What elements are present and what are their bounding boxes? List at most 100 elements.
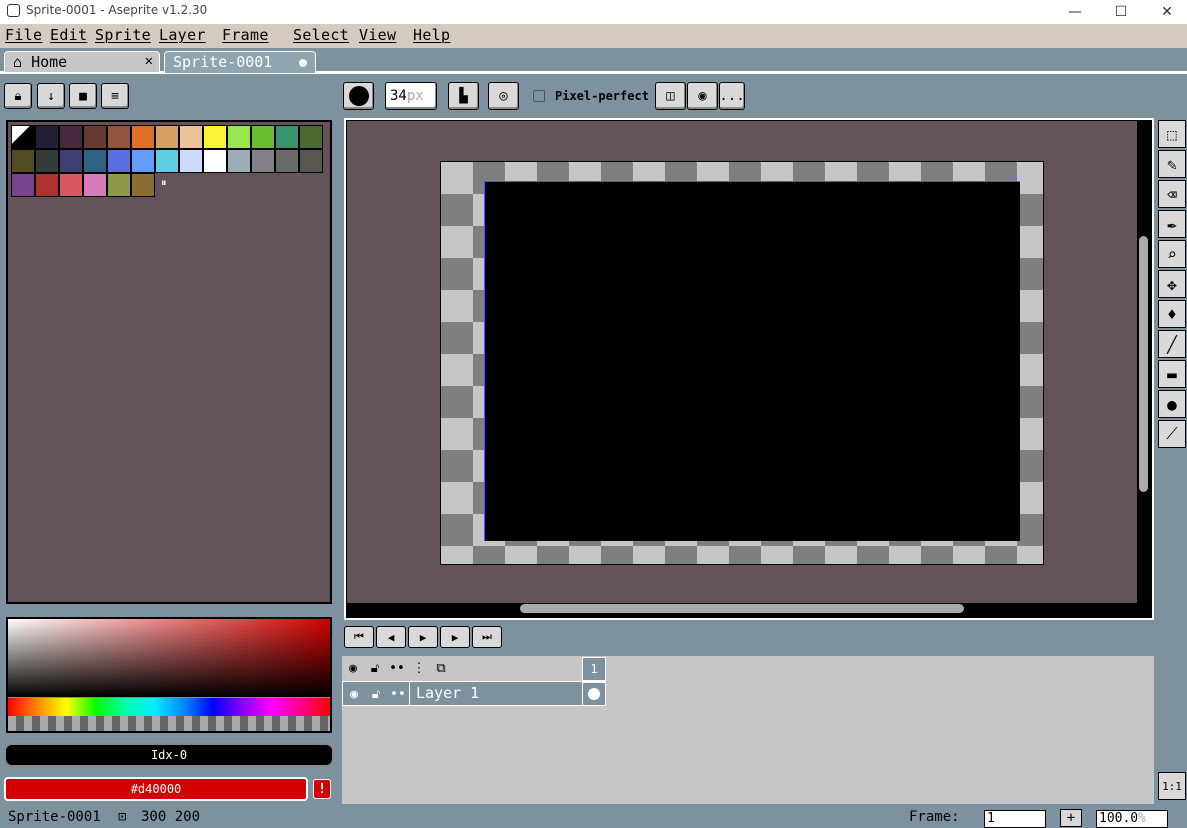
palette-swatch[interactable] [299, 149, 323, 173]
frame-header[interactable]: 1 [582, 657, 606, 681]
palette-swatch[interactable] [83, 173, 107, 197]
palette-swatch[interactable] [35, 173, 59, 197]
blur-tool-button[interactable]: ⟋ [1158, 420, 1186, 448]
palette-swatch[interactable] [11, 125, 35, 149]
horizontal-scrollbar[interactable] [520, 604, 964, 613]
palette-swatch[interactable] [203, 125, 227, 149]
options-button[interactable]: ≡ [101, 83, 129, 109]
more-options-button[interactable]: ... [719, 82, 745, 110]
layer-continuous-icon[interactable]: •• [387, 682, 409, 706]
palette-swatch[interactable] [59, 125, 83, 149]
palette-resize-handle[interactable]: ⏸ [161, 176, 167, 190]
minimize-button[interactable]: — [1052, 0, 1098, 24]
next-frame-button[interactable]: ▶ [440, 626, 470, 648]
alpha-slider[interactable] [8, 716, 330, 731]
tab-home[interactable]: ⌂ Home ✕ [4, 51, 160, 73]
opacity-button[interactable]: ◎ [488, 82, 519, 110]
tab-sprite[interactable]: Sprite-0001 [164, 51, 316, 73]
palette-swatch[interactable] [83, 125, 107, 149]
fill-tool-button[interactable]: ♦ [1158, 300, 1186, 328]
eyedropper-tool-button[interactable]: ✒ [1158, 210, 1186, 238]
palette-swatch[interactable] [83, 149, 107, 173]
sort-palette-button[interactable]: ↓ [37, 83, 65, 109]
sprite-canvas[interactable] [484, 181, 1020, 541]
play-button[interactable]: ▶ [408, 626, 438, 648]
palette-swatch[interactable] [251, 149, 275, 173]
previous-frame-button[interactable]: ◀ [376, 626, 406, 648]
palette-swatch[interactable] [11, 149, 35, 173]
first-frame-button[interactable]: ⏮ [344, 626, 374, 648]
background-color-hex[interactable]: #d40000 [4, 777, 308, 801]
palette-swatch[interactable] [107, 149, 131, 173]
palette-swatch[interactable] [131, 173, 155, 197]
contour-tool-button[interactable]: ● [1158, 390, 1186, 418]
symmetry-options-button[interactable]: ◉ [687, 82, 718, 110]
symmetry-button[interactable]: ◫ [655, 82, 686, 110]
lock-palette-button[interactable]: 🔒︎ [4, 83, 32, 109]
foreground-index[interactable]: Idx-0 [4, 743, 334, 767]
menu-select[interactable]: Select [293, 26, 349, 44]
zoom-tool-button[interactable]: ⌕ [1158, 240, 1186, 268]
rectangle-tool-button[interactable]: ▬ [1158, 360, 1186, 388]
hue-slider[interactable] [8, 698, 330, 716]
menu-file[interactable]: File [5, 26, 42, 44]
palette-swatch[interactable] [131, 125, 155, 149]
palette-swatch[interactable] [131, 149, 155, 173]
menu-help[interactable]: Help [413, 26, 450, 44]
close-window-button[interactable]: ✕ [1144, 0, 1187, 24]
menu-layer[interactable]: Layer [159, 26, 206, 44]
pencil-tool-button[interactable]: ✎ [1158, 150, 1186, 178]
palette-swatch[interactable] [107, 125, 131, 149]
maximize-button[interactable]: ☐ [1098, 0, 1144, 24]
palette-swatch[interactable] [203, 149, 227, 173]
vertical-scrollbar[interactable] [1139, 236, 1148, 492]
palette-swatch[interactable] [299, 125, 323, 149]
timeline-panel[interactable] [342, 656, 1154, 804]
marquee-tool-button[interactable]: ⬚ [1158, 120, 1186, 148]
palette-swatch[interactable] [227, 149, 251, 173]
brush-size-input[interactable]: 34 px [385, 82, 437, 110]
palette-swatch[interactable] [155, 125, 179, 149]
menu-sprite[interactable]: Sprite [95, 26, 151, 44]
group-header-icon[interactable]: ⋮ [408, 656, 430, 680]
close-tab-icon[interactable]: ✕ [145, 53, 153, 69]
frame-input[interactable]: 1 [984, 810, 1046, 828]
palette-swatch[interactable] [227, 125, 251, 149]
brush-type-button[interactable] [343, 82, 374, 110]
continuous-header-icon[interactable]: •• [386, 656, 408, 680]
zoom-reset-button[interactable]: 1:1 [1158, 772, 1186, 800]
palette-swatch[interactable] [275, 125, 299, 149]
layer-visibility-icon[interactable]: ◉ [343, 682, 365, 706]
menu-view[interactable]: View [359, 26, 396, 44]
layer-lock-icon[interactable]: 🔓︎ [365, 682, 387, 706]
menu-frame[interactable]: Frame [222, 26, 269, 44]
layer-row[interactable]: ◉ 🔓︎ •• Layer 1 [342, 681, 606, 706]
cel[interactable] [582, 682, 606, 706]
pixel-perfect-checkbox[interactable] [533, 90, 545, 102]
palette-swatch[interactable] [155, 149, 179, 173]
line-tool-button[interactable]: ╱ [1158, 330, 1186, 358]
warning-icon[interactable]: ! [313, 779, 331, 799]
last-frame-button[interactable]: ⏭ [472, 626, 502, 648]
palette-swatch[interactable] [35, 149, 59, 173]
palette-swatch[interactable] [59, 173, 83, 197]
palette-swatch[interactable] [275, 149, 299, 173]
palette-swatch[interactable] [59, 149, 83, 173]
visibility-header-icon[interactable]: ◉ [342, 656, 364, 680]
presets-button[interactable]: ■ [69, 83, 97, 109]
modified-dot-icon[interactable] [299, 59, 307, 67]
palette-swatch[interactable] [107, 173, 131, 197]
move-tool-button[interactable]: ✥ [1158, 270, 1186, 298]
layer-name[interactable]: Layer 1 [409, 682, 577, 706]
new-frame-button[interactable]: + [1060, 809, 1082, 827]
palette-swatch[interactable] [179, 125, 203, 149]
eraser-tool-button[interactable]: ⌫ [1158, 180, 1186, 208]
palette-swatch[interactable] [251, 125, 275, 149]
onion-skin-icon[interactable]: ⧉ [430, 656, 452, 680]
palette-swatch[interactable] [35, 125, 59, 149]
zoom-input[interactable]: 100.0% [1096, 810, 1168, 828]
lock-header-icon[interactable]: 🔓︎ [364, 656, 386, 680]
ink-type-button[interactable]: ▙ [448, 82, 479, 110]
palette-swatch[interactable] [179, 149, 203, 173]
saturation-value-field[interactable] [8, 619, 330, 697]
